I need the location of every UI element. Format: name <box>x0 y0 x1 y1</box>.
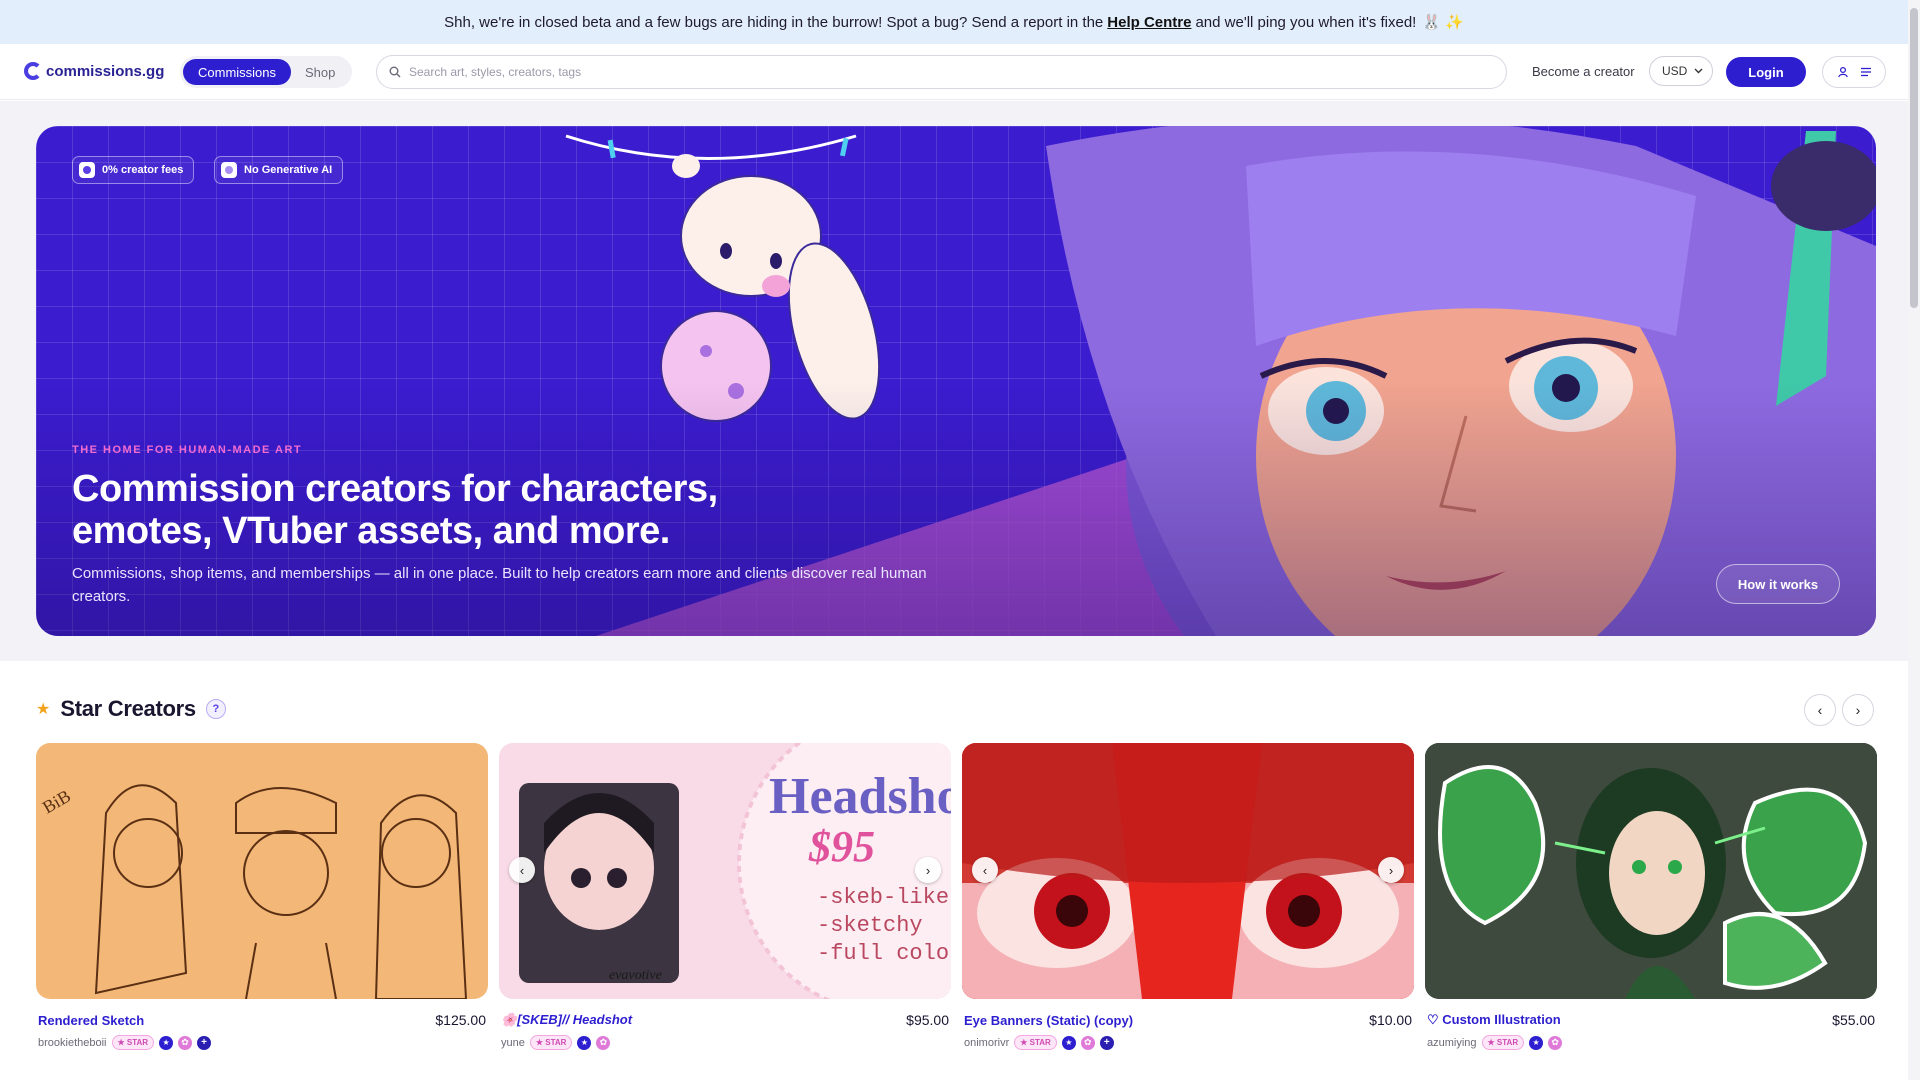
logo-text: commissions.gg <box>46 62 165 80</box>
card-title[interactable]: Rendered Sketch <box>38 1013 144 1028</box>
search-bar[interactable] <box>376 55 1507 89</box>
star-icon: ★ <box>1061 1035 1076 1050</box>
tab-shop[interactable]: Shop <box>291 65 349 80</box>
creator-card[interactable]: ‹ › Eye Banners (Static) (copy) $10.00 o… <box>962 743 1414 1050</box>
login-button[interactable]: Login <box>1726 57 1806 87</box>
sketch-artwork: BiB <box>39 784 468 999</box>
thumbnail-prev-arrow[interactable]: ‹ <box>972 857 998 883</box>
card-title[interactable]: 🌸[SKEB]// Headshot <box>501 1012 632 1028</box>
hero-headline-line-1: Commission creators for characters, <box>72 468 718 510</box>
site-header: commissions.gg Commissions Shop Become a… <box>0 44 1908 100</box>
beta-banner-text-end: and we'll ping you when it's fixed! <box>1195 13 1417 31</box>
hero-headline: Commission creators for characters, emot… <box>72 468 852 552</box>
creator-name[interactable]: brookietheboii <box>38 1037 107 1049</box>
logo[interactable]: commissions.gg <box>24 62 164 80</box>
headshot-artwork: Headshot $95 -skeb-like -sketchy -full c… <box>519 743 951 999</box>
card-thumbnail[interactable]: BiB <box>36 743 488 999</box>
card-title[interactable]: Eye Banners (Static) (copy) <box>964 1013 1133 1028</box>
currency-value: USD <box>1662 64 1688 78</box>
plus-icon: + <box>1099 1035 1114 1050</box>
thumbnail-next-arrow[interactable]: › <box>1378 857 1404 883</box>
become-creator-link[interactable]: Become a creator <box>1532 64 1635 79</box>
hero-headline-line-2: emotes, VTuber assets, and more. <box>72 510 670 552</box>
thumbnail-next-arrow[interactable]: › <box>915 857 941 883</box>
flower-icon: ✿ <box>596 1035 611 1050</box>
page-scrollbar[interactable] <box>1908 0 1920 1080</box>
badge-no-ai-label: No Generative AI <box>244 164 333 176</box>
how-it-works-button[interactable]: How it works <box>1716 564 1840 604</box>
help-centre-link[interactable]: Help Centre <box>1107 14 1191 31</box>
currency-select[interactable]: USD <box>1649 56 1713 86</box>
badge-no-ai: No Generative AI <box>214 156 344 184</box>
svg-text:-skeb-like: -skeb-like <box>817 885 949 910</box>
card-price: $10.00 <box>1369 1012 1412 1028</box>
scrollbar-thumb[interactable] <box>1910 8 1918 308</box>
card-price: $55.00 <box>1832 1012 1875 1028</box>
star-icon: ★ <box>159 1035 174 1050</box>
hero-gradient-overlay <box>36 126 1876 636</box>
star-badge: ★ STAR <box>111 1035 155 1050</box>
creator-card[interactable]: Headshot $95 -skeb-like -sketchy -full c… <box>499 743 951 1050</box>
thumbnail-prev-arrow[interactable]: ‹ <box>509 857 535 883</box>
card-thumbnail[interactable]: Headshot $95 -skeb-like -sketchy -full c… <box>499 743 951 999</box>
hero-eyebrow: THE HOME FOR HUMAN-MADE ART <box>72 444 303 456</box>
creator-name[interactable]: azumiying <box>1427 1037 1477 1049</box>
plus-icon: + <box>197 1035 212 1050</box>
coin-icon <box>79 162 95 178</box>
beta-banner-text: Shh, we're in closed beta and a few bugs… <box>444 13 1104 31</box>
account-menu-button[interactable] <box>1822 56 1886 88</box>
creator-name[interactable]: onimorivr <box>964 1037 1009 1049</box>
menu-icon <box>1860 67 1871 77</box>
svg-text:$95: $95 <box>808 822 875 871</box>
beta-banner: Shh, we're in closed beta and a few bugs… <box>0 0 1908 44</box>
star-icon: ★ <box>36 701 51 718</box>
flower-icon: ✿ <box>1548 1035 1563 1050</box>
help-icon[interactable]: ? <box>205 699 226 719</box>
tab-commissions[interactable]: Commissions <box>183 59 292 85</box>
user-icon <box>1837 66 1848 78</box>
card-price: $95.00 <box>906 1012 949 1028</box>
eye-banner-artwork <box>962 743 1414 999</box>
flower-icon: ✿ <box>178 1035 193 1050</box>
carousel-next-button[interactable]: › <box>1842 694 1874 726</box>
star-creators-header: ★ Star Creators ? <box>36 696 226 722</box>
bunny-sparkle-emoji: 🐰 ✨ <box>1422 14 1464 31</box>
star-icon: ★ <box>1529 1035 1544 1050</box>
star-icon: ★ <box>577 1035 592 1050</box>
svg-text:Headshot: Headshot <box>769 768 951 825</box>
flower-icon: ✿ <box>1080 1035 1095 1050</box>
custom-illustration-artwork <box>1425 743 1877 999</box>
no-ai-icon <box>221 162 237 178</box>
creator-card[interactable]: ♡ Custom Illustration $55.00 azumiying ★… <box>1425 743 1877 1050</box>
search-icon <box>389 66 401 78</box>
card-thumbnail[interactable] <box>1425 743 1877 999</box>
card-price: $125.00 <box>435 1012 486 1028</box>
logo-icon <box>24 62 42 80</box>
search-input[interactable] <box>409 65 1415 79</box>
creator-card[interactable]: BiB Rendered Sketch $125.00 brookiethebo… <box>36 743 488 1050</box>
hero-subtext: Commissions, shop items, and memberships… <box>72 565 927 605</box>
svg-text:evavotive: evavotive <box>609 968 662 983</box>
section-title: Star Creators <box>60 696 196 721</box>
svg-text:BiB: BiB <box>39 786 74 818</box>
hero-banner: 0% creator fees No Generative AI THE HOM… <box>36 126 1876 636</box>
svg-text:-full color: -full color <box>817 941 951 966</box>
creator-name[interactable]: yune <box>501 1037 525 1049</box>
badge-creator-fees: 0% creator fees <box>72 156 195 184</box>
card-title[interactable]: ♡ Custom Illustration <box>1427 1012 1561 1028</box>
star-badge: ★ STAR <box>529 1035 573 1050</box>
badge-creator-fees-label: 0% creator fees <box>102 164 184 176</box>
chevron-down-icon <box>1694 68 1703 74</box>
star-badge: ★ STAR <box>1481 1035 1525 1050</box>
svg-text:-sketchy: -sketchy <box>817 913 923 938</box>
star-badge: ★ STAR <box>1014 1035 1057 1050</box>
carousel-prev-button[interactable]: ‹ <box>1804 694 1836 726</box>
card-thumbnail[interactable]: ‹ › <box>962 743 1414 999</box>
mode-toggle: Commissions Shop <box>180 56 352 88</box>
